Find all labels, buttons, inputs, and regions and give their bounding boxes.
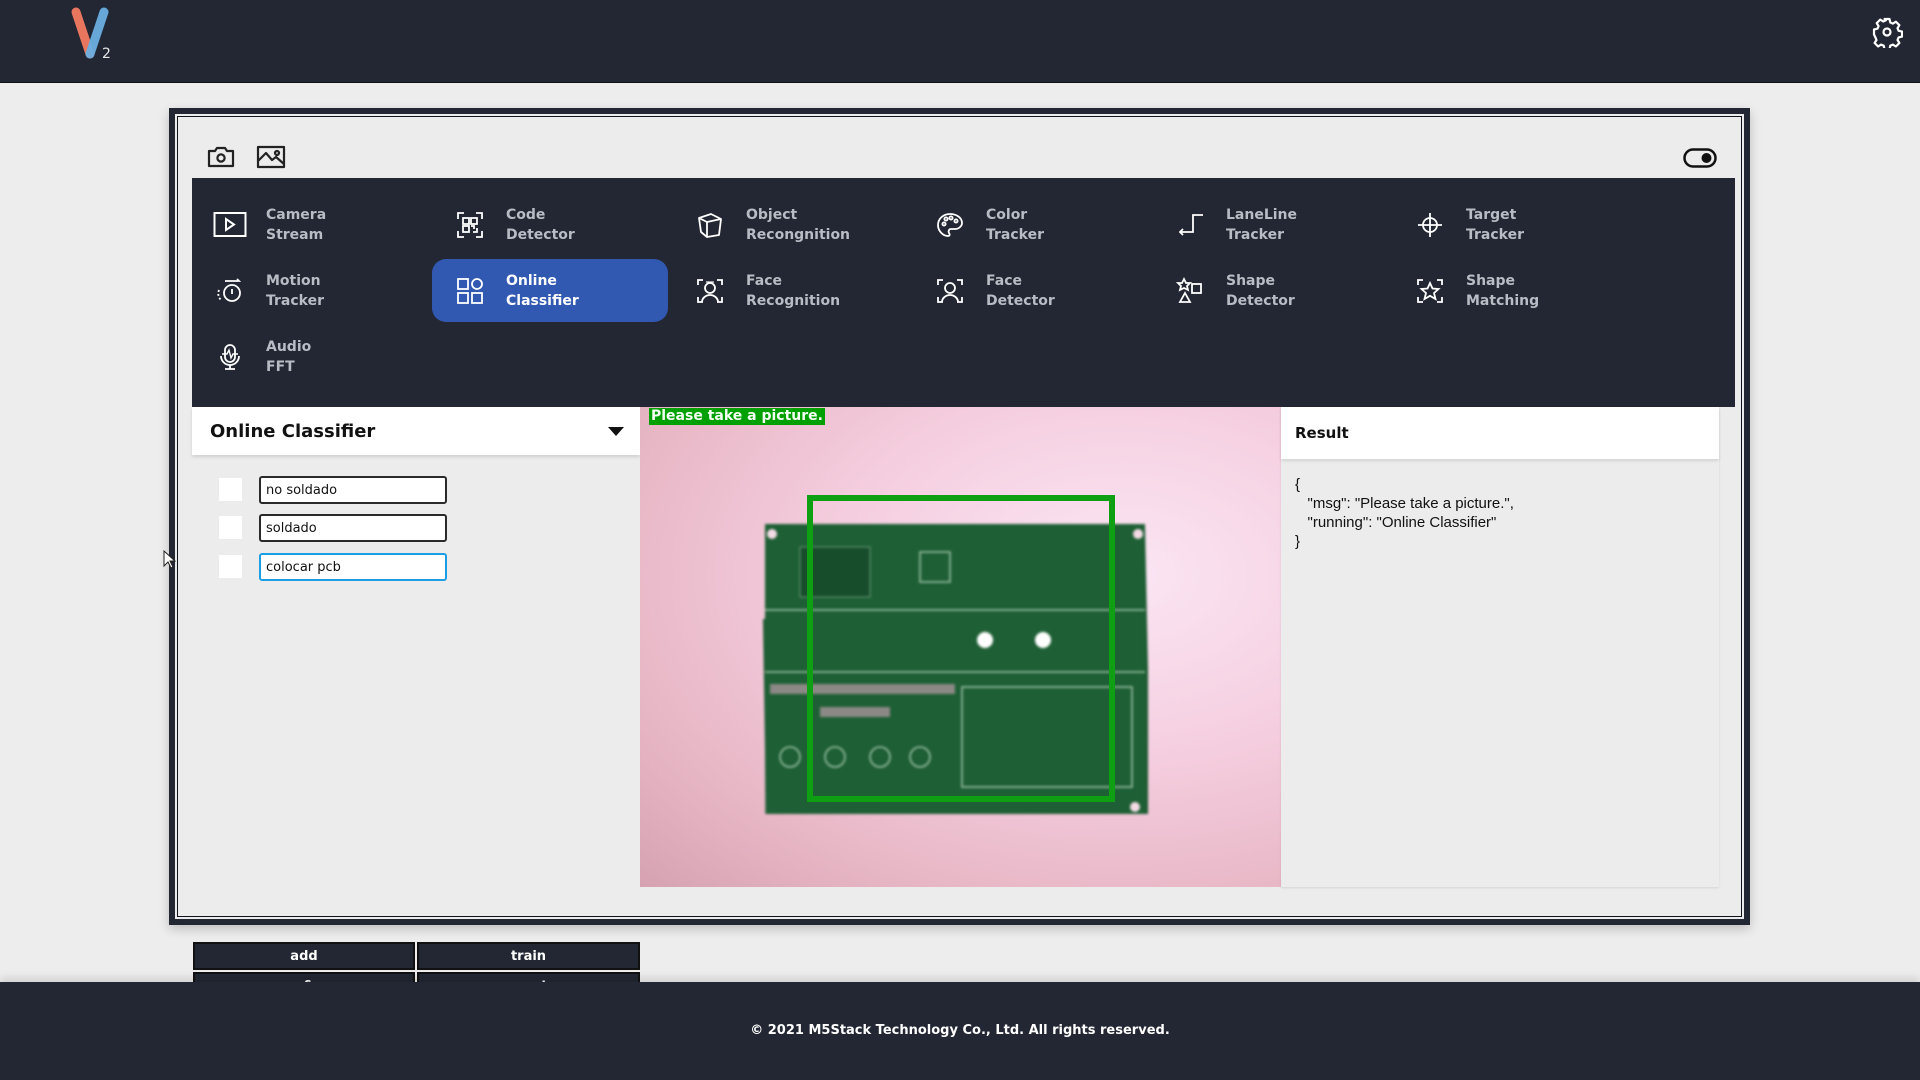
menu-item-camera-stream[interactable]: Camera Stream (192, 193, 428, 256)
video-message-label: Please take a picture. (649, 408, 825, 425)
menu-item-audio-fft[interactable]: Audio FFT (192, 325, 428, 388)
menu-item-label: Code Detector (506, 206, 575, 243)
shape-detector-icon (1172, 273, 1208, 309)
menu-item-motion-tracker[interactable]: Motion Tracker (192, 259, 428, 322)
main-frame: Camera Stream Code Detector Object Recongni… (169, 108, 1750, 1000)
menu-item-label: Target Tracker (1466, 206, 1524, 243)
class-checkbox[interactable] (219, 516, 242, 539)
function-menu: Camera Stream Code Detector Object Recongni… (192, 178, 1735, 407)
menu-item-label: Shape Detector (1226, 272, 1295, 309)
shape-matching-icon (1412, 273, 1448, 309)
class-name-input[interactable] (259, 514, 447, 542)
lane-line-icon (1172, 207, 1208, 243)
menu-item-label: LaneLine Tracker (1226, 206, 1298, 243)
result-title: Result (1295, 424, 1349, 442)
menu-item-code-detector[interactable]: Code Detector (432, 193, 668, 256)
image-icon[interactable] (256, 144, 286, 170)
menu-item-target-tracker[interactable]: Target Tracker (1392, 193, 1628, 256)
menu-item-shape-detector[interactable]: Shape Detector (1152, 259, 1388, 322)
classifier-title: Online Classifier (210, 421, 376, 442)
logo-subscript: 2 (102, 46, 111, 61)
app-logo[interactable]: 2 (70, 6, 120, 61)
class-checkbox[interactable] (219, 555, 242, 578)
menu-item-label: Color Tracker (986, 206, 1044, 243)
menu-item-label: Camera Stream (266, 206, 327, 243)
menu-item-online-classifier[interactable]: Online Classifier (432, 259, 668, 322)
train-button[interactable]: train (417, 942, 640, 970)
class-name-input[interactable] (259, 553, 447, 581)
microphone-icon (212, 339, 248, 375)
cube-icon (692, 207, 728, 243)
menu-item-label: Online Classifier (506, 272, 579, 309)
add-button[interactable]: add (193, 942, 415, 970)
menu-item-label: Face Recognition (746, 272, 841, 309)
menu-item-face-recognition[interactable]: Face Recognition (672, 259, 908, 322)
toggle-icon[interactable] (1683, 148, 1717, 168)
gear-icon[interactable] (1871, 16, 1903, 48)
top-bar: 2 (0, 0, 1920, 83)
menu-item-label: Audio FFT (266, 338, 312, 375)
result-header: Result (1281, 407, 1719, 459)
detection-box (807, 495, 1115, 802)
play-icon (212, 207, 248, 243)
menu-item-face-detector[interactable]: Face Detector (912, 259, 1148, 322)
copyright-text: © 2021 M5Stack Technology Co., Ltd. All … (750, 1023, 1170, 1038)
camera-icon[interactable] (206, 144, 236, 170)
menu-item-laneline-tracker[interactable]: LaneLine Tracker (1152, 193, 1388, 256)
palette-icon (932, 207, 968, 243)
caret-down-icon[interactable] (608, 427, 624, 436)
result-json: { "msg": "Please take a picture.", "runn… (1295, 476, 1514, 550)
crosshair-icon (1412, 207, 1448, 243)
class-name-input[interactable] (259, 476, 447, 504)
shapes-grid-icon (452, 273, 488, 309)
face-detector-icon (932, 273, 968, 309)
face-recognition-icon (692, 273, 728, 309)
result-panel: Result { "msg": "Please take a picture."… (1281, 407, 1719, 887)
mouse-cursor-icon (163, 550, 177, 569)
footer: © 2021 M5Stack Technology Co., Ltd. All … (0, 982, 1920, 1080)
menu-item-label: Motion Tracker (266, 272, 324, 309)
menu-item-shape-matching[interactable]: Shape Matching (1392, 259, 1628, 322)
class-checkbox[interactable] (219, 478, 242, 501)
classifier-panel: Online Classifier add train save&run res… (192, 407, 640, 1000)
qr-code-icon (452, 207, 488, 243)
menu-item-color-tracker[interactable]: Color Tracker (912, 193, 1148, 256)
menu-item-label: Object Recongnition (746, 206, 851, 243)
classifier-header: Online Classifier (192, 407, 640, 455)
menu-item-label: Face Detector (986, 272, 1055, 309)
camera-view[interactable]: Please take a picture. (640, 407, 1281, 887)
motion-icon (212, 273, 248, 309)
menu-item-object-recognition[interactable]: Object Recongnition (672, 193, 908, 256)
menu-item-label: Shape Matching (1466, 272, 1540, 309)
